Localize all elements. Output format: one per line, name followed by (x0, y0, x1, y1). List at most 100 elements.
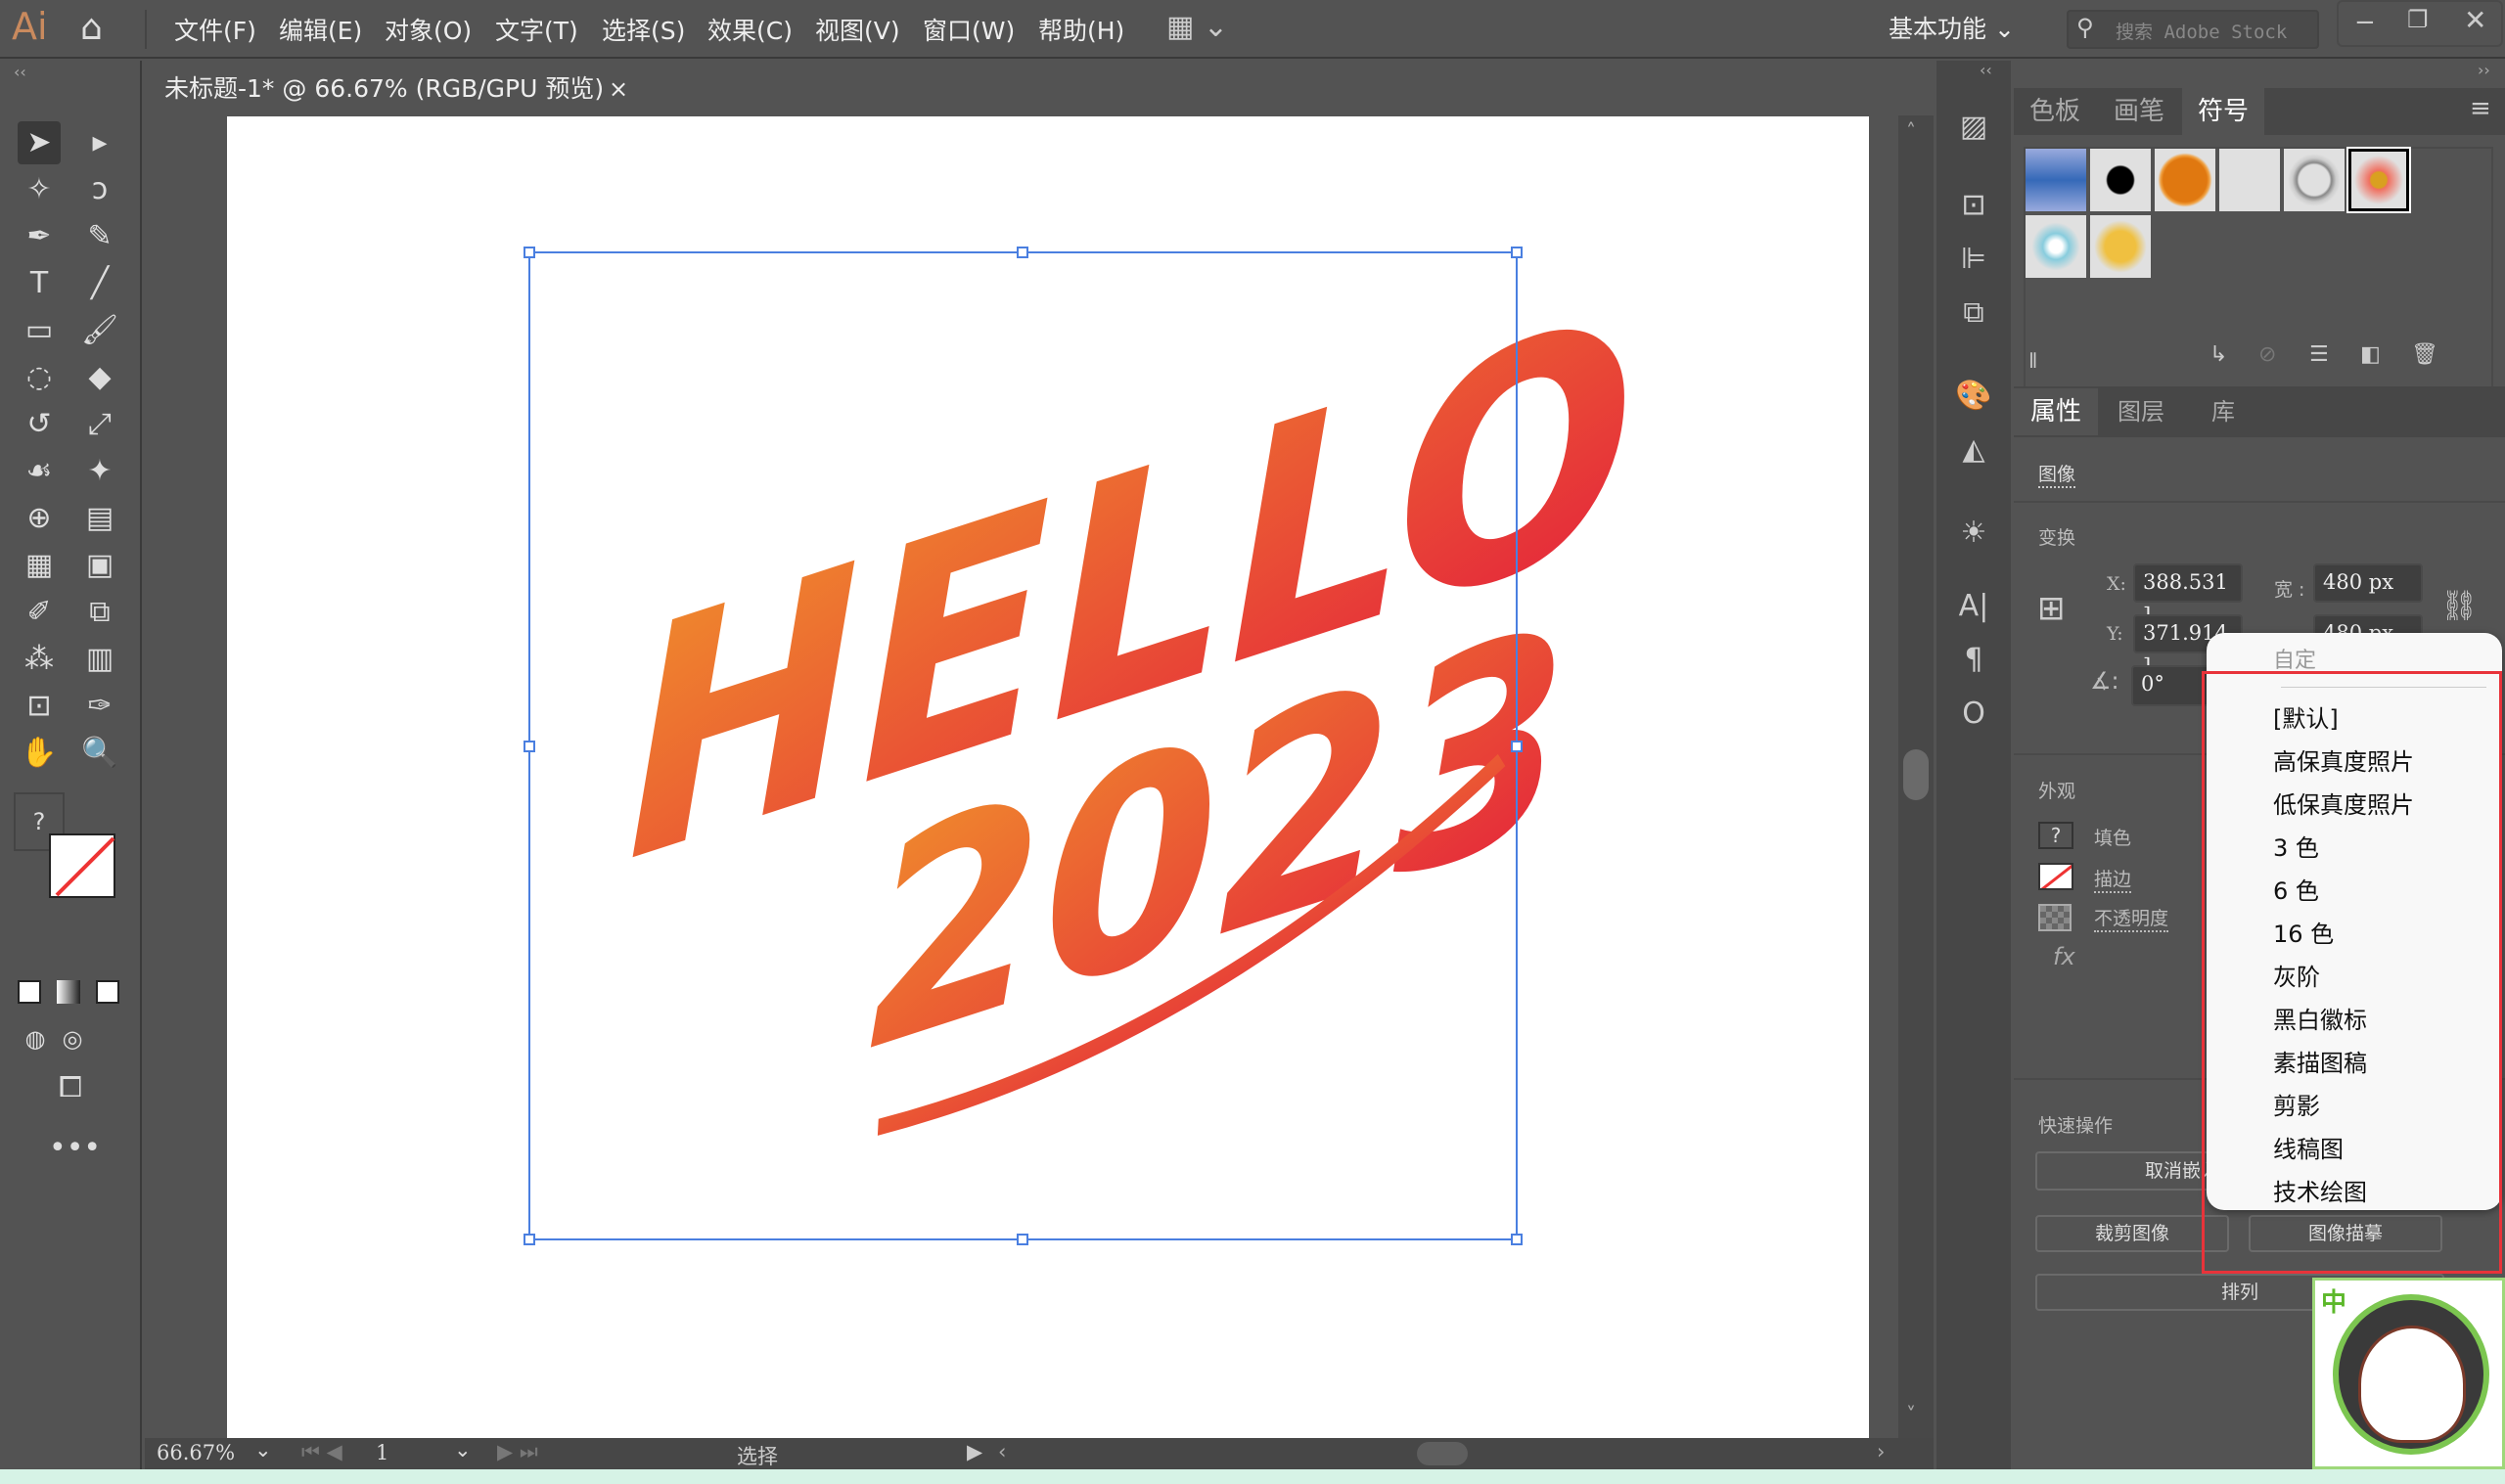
constrain-proportions-icon[interactable]: ⛓ (2440, 589, 2478, 623)
width-field[interactable]: 480 px (2313, 563, 2423, 603)
screen-mode-icon[interactable]: ⧠ (49, 1066, 92, 1109)
stroke-swatch-icon[interactable] (49, 833, 115, 898)
x-field[interactable]: 388.531 ] (2133, 563, 2243, 627)
symbol-ink-splat[interactable] (2090, 149, 2151, 211)
character-panel-icon[interactable]: A| (1950, 589, 1997, 628)
artboard-dropdown-icon[interactable]: ⌄ (454, 1438, 472, 1462)
rotation-field[interactable]: 0° (2131, 665, 2209, 706)
object-type-label[interactable]: 图像 (2038, 460, 2076, 488)
menu-item-16-colors[interactable]: 16 色 (2273, 915, 2334, 949)
expand-icon[interactable]: ›› (2478, 61, 2490, 79)
menu-view[interactable]: 视图(V) (815, 12, 900, 47)
menu-effect[interactable]: 效果(C) (707, 12, 793, 47)
symbol-options-icon[interactable]: ☰ (2309, 342, 2329, 367)
rotate-tool-icon[interactable]: ↺ (18, 403, 61, 446)
close-window-icon[interactable]: ✕ (2464, 4, 2486, 36)
scroll-right-icon[interactable]: › (1877, 1440, 1885, 1463)
appearance-panel-icon[interactable]: ☀ (1950, 516, 1997, 555)
menu-item-silhouettes[interactable]: 剪影 (2273, 1087, 2320, 1121)
selection-tool-icon[interactable]: ➤ (18, 121, 61, 164)
scroll-up-icon[interactable]: ˄ (1906, 119, 1916, 143)
fill-swatch-icon[interactable]: ? (2038, 822, 2073, 849)
curvature-tool-icon[interactable]: ✎ (78, 215, 121, 258)
tab-brushes[interactable]: 画笔 (2098, 88, 2180, 135)
none-mode-icon[interactable] (96, 980, 119, 1004)
vertical-scrollbar[interactable]: ˄ ˅ (1898, 115, 1934, 1438)
menu-item-technical-drawing[interactable]: 技术绘图 (2273, 1173, 2367, 1207)
symbol-flower[interactable] (2346, 147, 2411, 213)
first-artboard-icon[interactable]: ⏮ ◀ (301, 1440, 342, 1464)
transparency-panel-icon[interactable]: ◭ (1950, 432, 1997, 472)
collapse-icon[interactable]: ‹‹ (14, 63, 26, 81)
align-panel-icon[interactable]: ⊫ (1950, 242, 1997, 281)
scale-tool-icon[interactable]: ⤢ (78, 403, 121, 446)
menu-item-bw-logo[interactable]: 黑白徽标 (2273, 1001, 2367, 1035)
color-mode-icon[interactable] (18, 980, 41, 1004)
workspace-switcher[interactable]: 基本功能 ⌄ (1889, 10, 2015, 45)
next-artboard-icon[interactable]: ▶ ⏭ (497, 1440, 538, 1464)
blend-tool-icon[interactable]: ⧉ (78, 591, 121, 634)
shaper-tool-icon[interactable]: ◌ (18, 356, 61, 399)
gradient-mode-icon[interactable] (57, 980, 80, 1004)
type-tool-icon[interactable]: T (18, 262, 61, 305)
menu-select[interactable]: 选择(S) (602, 12, 685, 47)
tab-libraries[interactable]: 库 (2184, 388, 2262, 435)
menu-edit[interactable]: 编辑(E) (279, 12, 362, 47)
close-tab-icon[interactable]: × (609, 63, 628, 115)
collapse-icon[interactable]: ‹‹ (1980, 61, 1992, 79)
panel-menu-icon[interactable]: ≡ (2470, 94, 2491, 123)
symbol-maple-leaf[interactable] (2090, 215, 2151, 278)
pathfinder-panel-icon[interactable]: ⧉ (1950, 295, 1997, 335)
transform-panel-icon[interactable]: ⊡ (1950, 188, 1997, 227)
artboard[interactable] (227, 116, 1869, 1438)
tab-swatches[interactable]: 色板 (2014, 88, 2096, 135)
perspective-grid-icon[interactable]: ▤ (78, 497, 121, 540)
crop-image-button[interactable]: 裁剪图像 (2035, 1215, 2229, 1252)
gradient-panel-icon[interactable]: ▨ (1950, 110, 1997, 149)
warp-tool-icon[interactable]: ☙ (18, 450, 61, 493)
tab-symbols[interactable]: 符号 (2182, 88, 2264, 135)
symbol-wreath[interactable] (2284, 149, 2345, 211)
stock-search[interactable]: ⚲ 搜索 Adobe Stock (2067, 10, 2319, 49)
gradient-tool-icon[interactable]: ▣ (78, 544, 121, 587)
arrange-documents-icon[interactable]: ▦ ⌄ (1166, 10, 1228, 44)
shape-builder-icon[interactable]: ⊕ (18, 497, 61, 540)
line-tool-icon[interactable]: ╱ (78, 262, 121, 305)
menu-item-default[interactable]: [默认] (2273, 699, 2339, 734)
pen-tool-icon[interactable]: ✒ (18, 215, 61, 258)
menu-item-high-fidelity-photo[interactable]: 高保真度照片 (2273, 742, 2414, 777)
delete-symbol-icon[interactable]: 🗑 (2411, 342, 2438, 367)
image-trace-button[interactable]: 图像描摹 (2249, 1215, 2442, 1252)
status-menu-icon[interactable]: ▶ (967, 1440, 982, 1463)
puppet-warp-icon[interactable]: ✦ (78, 450, 121, 493)
draw-behind-icon[interactable]: ◎ (51, 1017, 94, 1060)
scroll-left-icon[interactable]: ‹ (998, 1440, 1006, 1463)
zoom-level[interactable]: 66.67% (157, 1441, 235, 1464)
horizontal-scroll-thumb[interactable] (1417, 1442, 1468, 1465)
artboard-number[interactable]: 1 (376, 1441, 388, 1464)
menu-help[interactable]: 帮助(H) (1038, 12, 1124, 47)
hand-tool-icon[interactable]: ✋ (18, 732, 61, 775)
menu-file[interactable]: 文件(F) (174, 12, 256, 47)
menu-object[interactable]: 对象(O) (385, 12, 472, 47)
menu-item-6-colors[interactable]: 6 色 (2273, 872, 2319, 906)
zoom-tool-icon[interactable]: 🔍 (78, 732, 121, 775)
direct-selection-tool-icon[interactable]: ▸ (78, 121, 121, 164)
tab-properties[interactable]: 属性 (2014, 388, 2098, 435)
opacity-label[interactable]: 不透明度 (2094, 904, 2169, 932)
symbol-sprayer-icon[interactable]: ⁂ (18, 638, 61, 681)
scroll-down-icon[interactable]: ˅ (1906, 1403, 1916, 1426)
symbol-crop-marks[interactable] (2219, 149, 2280, 211)
symbol-libraries-icon[interactable]: 𝍪 (2029, 344, 2036, 382)
menu-item-line-art[interactable]: 线稿图 (2273, 1130, 2344, 1164)
rectangle-tool-icon[interactable]: ▭ (18, 309, 61, 352)
eyedropper-icon[interactable]: ✐ (18, 591, 61, 634)
search-input[interactable]: 搜索 Adobe Stock (2116, 18, 2287, 44)
menu-item-low-fidelity-photo[interactable]: 低保真度照片 (2273, 786, 2414, 820)
paragraph-panel-icon[interactable]: ¶ (1950, 643, 1997, 682)
lasso-icon[interactable]: ↄ (78, 168, 121, 211)
slice-tool-icon[interactable]: ✑ (78, 685, 121, 728)
graph-tool-icon[interactable]: ▥ (78, 638, 121, 681)
magic-wand-icon[interactable]: ✧ (18, 168, 61, 211)
more-tools-icon[interactable]: ••• (49, 1127, 101, 1170)
